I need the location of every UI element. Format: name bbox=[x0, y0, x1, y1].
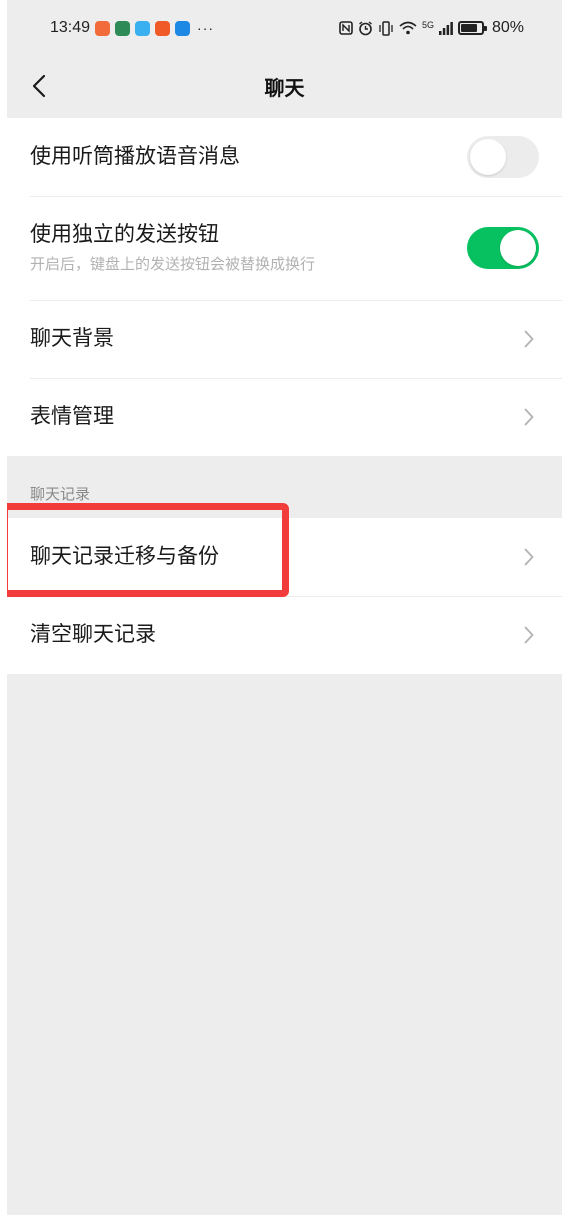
migrate-backup-label: 聊天记录迁移与备份 bbox=[30, 544, 219, 569]
app-notification-icon bbox=[155, 20, 171, 36]
signal-icon bbox=[438, 22, 453, 35]
chevron-right-icon bbox=[521, 547, 537, 567]
chat-settings-screen: 13:49 ··· 5G 80% 聊天 使用听筒播放语音消息 使用独立的发送按钮… bbox=[0, 0, 567, 1221]
earpiece-playback-toggle[interactable] bbox=[467, 136, 539, 178]
page-title: 聊天 bbox=[264, 75, 305, 100]
earpiece-playback-row[interactable]: 使用听筒播放语音消息 bbox=[7, 118, 562, 196]
migrate-backup-row[interactable]: 聊天记录迁移与备份 bbox=[7, 518, 562, 596]
chevron-left-icon bbox=[32, 74, 46, 98]
app-notification-icon bbox=[175, 20, 191, 36]
chevron-right-icon bbox=[521, 625, 537, 645]
chat-settings-group: 使用听筒播放语音消息 使用独立的发送按钮 开启后，键盘上的发送按钮会被替换成换行… bbox=[7, 118, 562, 456]
more-notifications-indicator: ··· bbox=[197, 20, 215, 36]
navigation-bar: 聊天 bbox=[7, 56, 562, 116]
app-notification-icon bbox=[135, 20, 151, 36]
separate-send-button-label: 使用独立的发送按钮 bbox=[30, 221, 219, 246]
status-left: 13:49 ··· bbox=[50, 19, 214, 37]
separate-send-button-description: 开启后，键盘上的发送按钮会被替换成换行 bbox=[30, 255, 316, 274]
network-type: 5G bbox=[421, 20, 434, 30]
clear-chat-history-label: 清空聊天记录 bbox=[30, 622, 156, 647]
vibrate-icon bbox=[379, 20, 393, 36]
status-time: 13:49 bbox=[50, 19, 91, 36]
status-bar: 13:49 ··· 5G 80% bbox=[7, 0, 562, 56]
battery-percent: 80% bbox=[491, 19, 524, 36]
separate-send-button-toggle[interactable] bbox=[467, 227, 539, 269]
toggle-knob bbox=[470, 139, 506, 175]
nfc-icon bbox=[339, 21, 353, 35]
app-notification-icon bbox=[95, 20, 111, 36]
sticker-management-label: 表情管理 bbox=[30, 404, 114, 429]
separate-send-button-row[interactable]: 使用独立的发送按钮 开启后，键盘上的发送按钮会被替换成换行 bbox=[7, 196, 562, 300]
toggle-knob bbox=[500, 230, 536, 266]
back-button[interactable] bbox=[21, 68, 57, 104]
wifi-icon bbox=[399, 21, 417, 35]
chat-history-group: 聊天记录迁移与备份 清空聊天记录 bbox=[7, 518, 562, 674]
alarm-icon bbox=[359, 20, 372, 35]
sticker-management-row[interactable]: 表情管理 bbox=[7, 378, 562, 456]
clear-chat-history-row[interactable]: 清空聊天记录 bbox=[7, 596, 562, 674]
app-notification-icon bbox=[115, 20, 131, 36]
earpiece-playback-label: 使用听筒播放语音消息 bbox=[30, 144, 240, 169]
chevron-right-icon bbox=[521, 329, 537, 349]
chat-history-section-title: 聊天记录 bbox=[30, 485, 91, 503]
chat-background-row[interactable]: 聊天背景 bbox=[7, 300, 562, 378]
status-right: 5G 80% bbox=[339, 19, 524, 37]
battery-fill bbox=[460, 24, 477, 32]
chat-background-label: 聊天背景 bbox=[30, 326, 114, 351]
chevron-right-icon bbox=[521, 407, 537, 427]
battery-icon bbox=[457, 21, 487, 35]
